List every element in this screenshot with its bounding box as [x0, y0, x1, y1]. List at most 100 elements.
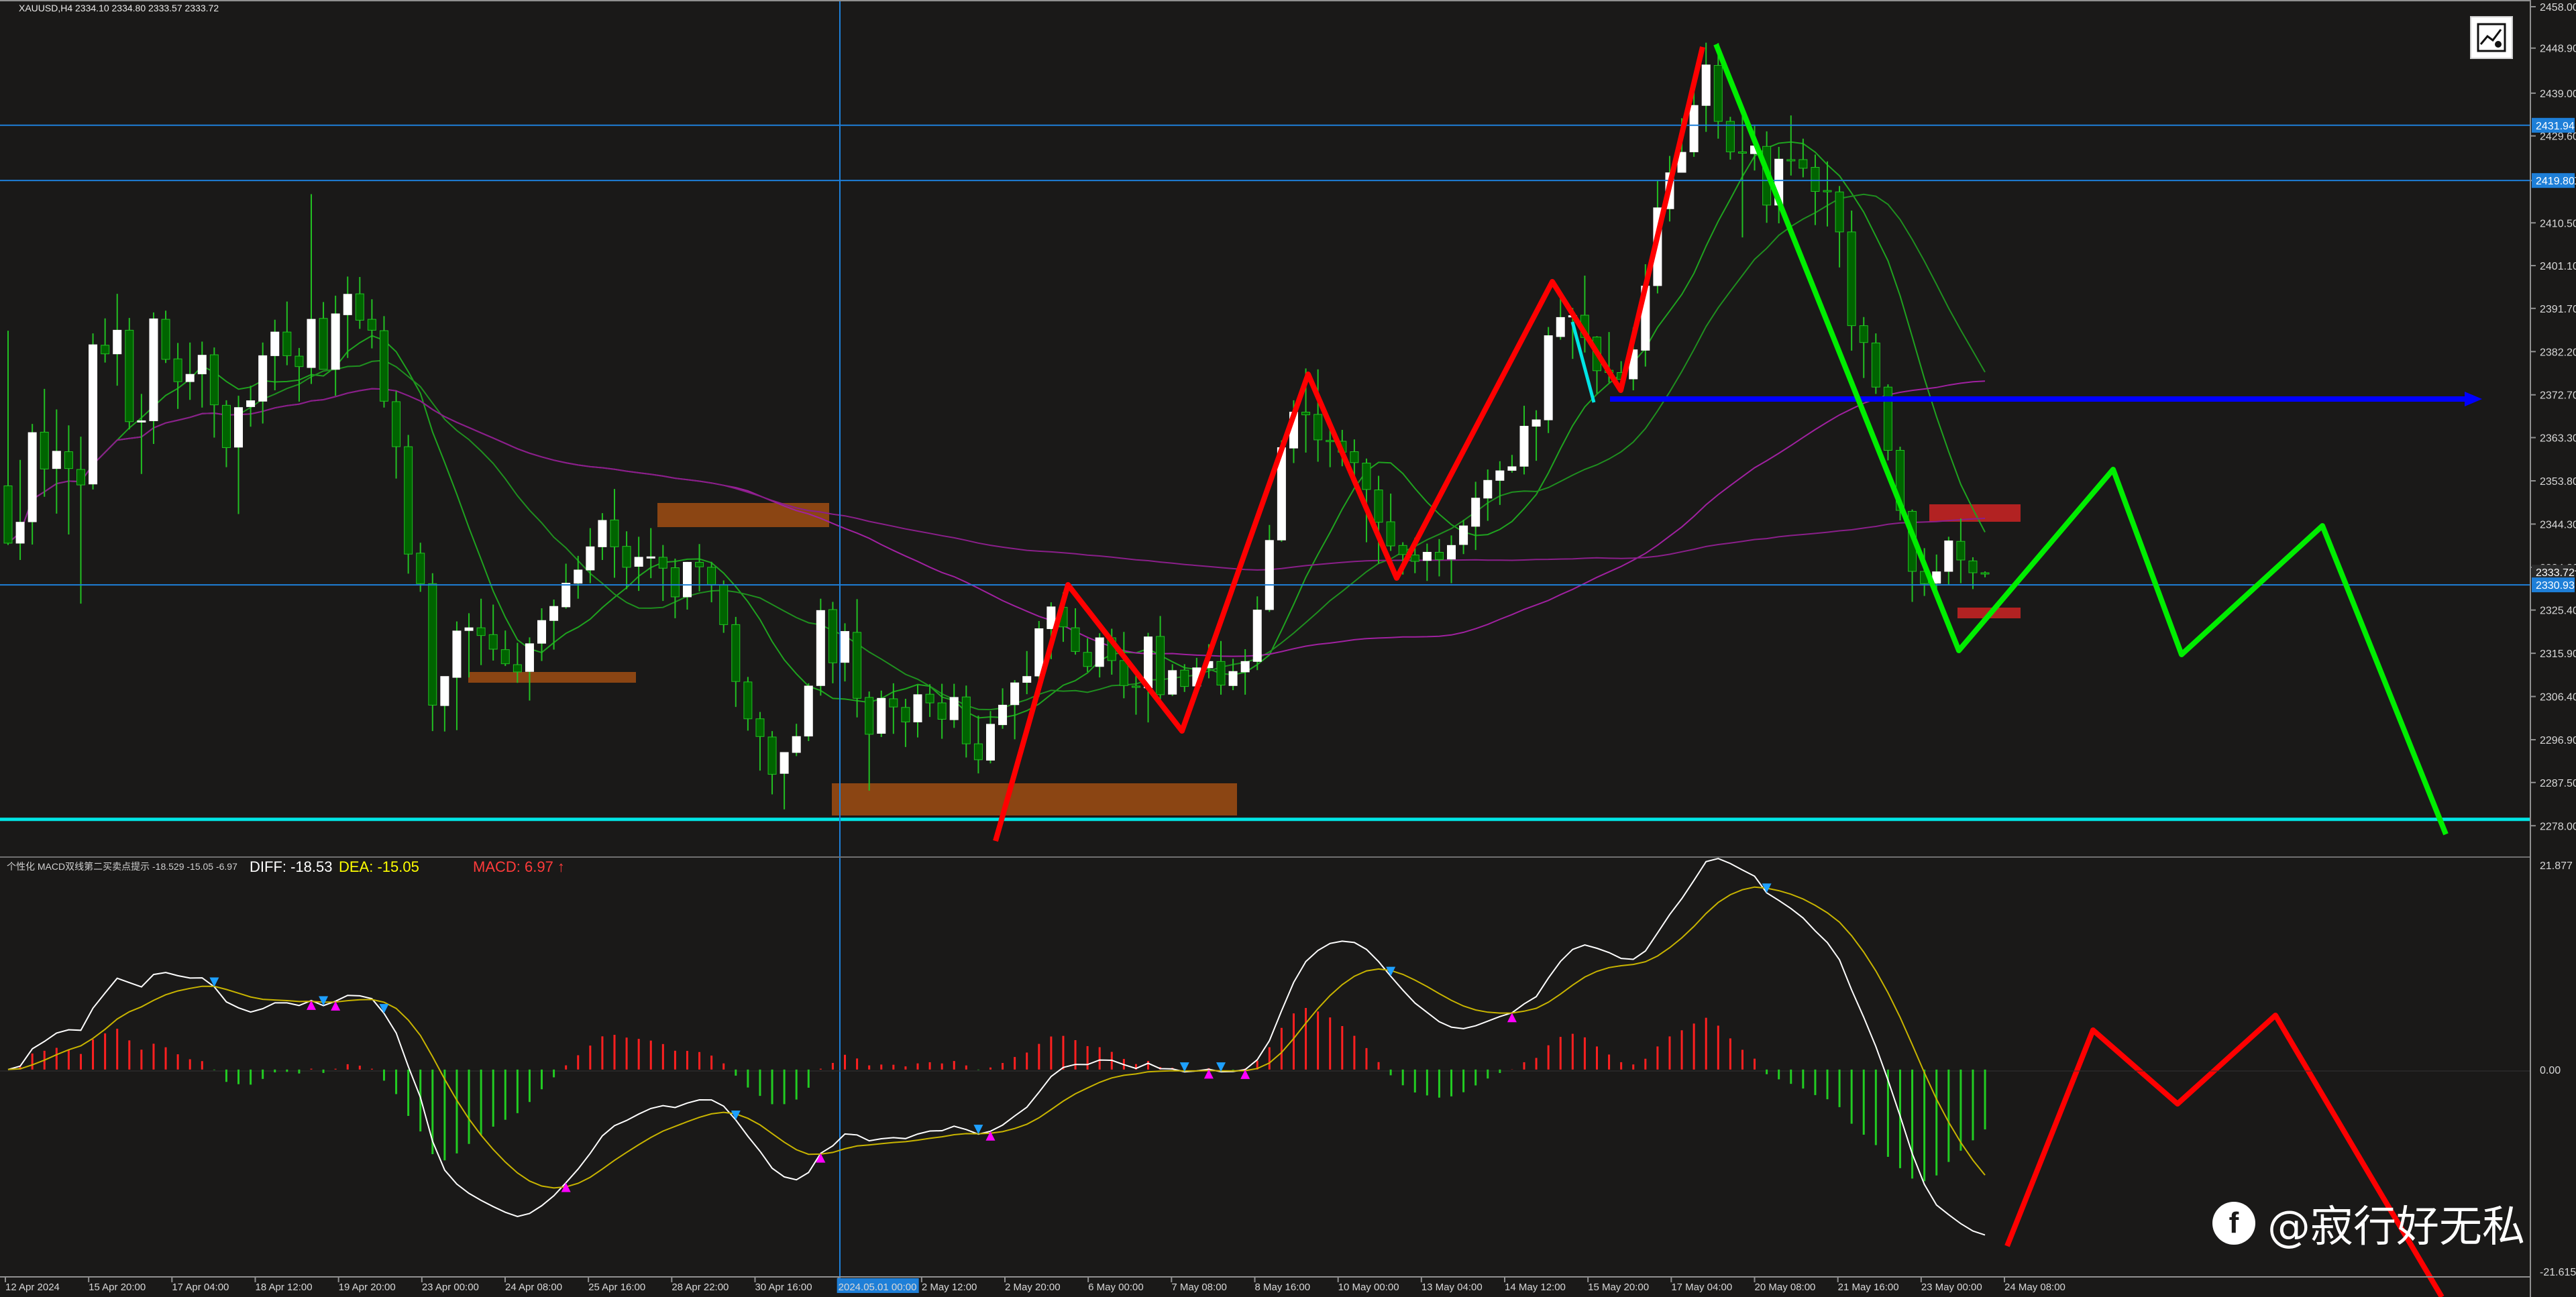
price-tick-label: 2344.30: [2540, 519, 2576, 530]
candle-body: [549, 606, 559, 621]
candle-body: [1544, 335, 1553, 420]
price-tick-label: 2401.10: [2540, 261, 2576, 272]
candle-body: [101, 345, 110, 355]
candle-body: [767, 736, 777, 775]
candle-body: [3, 485, 13, 544]
candle-body: [889, 698, 898, 708]
candle-body: [913, 694, 922, 723]
price-tick-label: 2429.60: [2540, 131, 2576, 143]
candle-body: [113, 329, 122, 355]
candle-body: [161, 319, 170, 360]
candle-body: [1483, 480, 1493, 499]
time-tick-label: 15 May 20:00: [1588, 1282, 1649, 1293]
candle-body: [998, 704, 1008, 726]
candle-body: [1532, 419, 1541, 427]
candle-body: [392, 401, 401, 447]
candle-body: [634, 557, 643, 567]
time-tick-label: 20 May 08:00: [1755, 1282, 1816, 1293]
candle-body: [707, 567, 716, 585]
candle-body: [646, 556, 655, 559]
candle-body: [925, 693, 934, 703]
candle-body: [270, 331, 280, 356]
time-tick-label: 23 May 00:00: [1921, 1282, 1982, 1293]
candle-body: [379, 330, 388, 402]
time-tick-label: 7 May 08:00: [1171, 1282, 1227, 1293]
candle-body: [452, 630, 462, 678]
candle-body: [1835, 191, 1844, 233]
time-tick-label: 23 Apr 00:00: [422, 1282, 479, 1293]
time-tick-label: 13 May 04:00: [1421, 1282, 1483, 1293]
candle-body: [1713, 65, 1723, 122]
candle-body: [428, 583, 437, 706]
candle-body: [1410, 555, 1419, 562]
candle-body: [719, 584, 729, 625]
candle-body: [841, 631, 850, 663]
price-tick-label: 2458.00: [2540, 2, 2576, 13]
candle-body: [1701, 64, 1711, 106]
candle-body: [586, 546, 595, 571]
candle-body: [1980, 572, 1990, 575]
candle-body: [1350, 451, 1359, 463]
candle-body: [973, 743, 983, 760]
candle-body: [1071, 627, 1080, 652]
candle-body: [828, 609, 837, 663]
time-tick-label: 2024.05.01 00:00: [839, 1282, 917, 1293]
candle-body: [537, 620, 547, 644]
price-tick-label: 2306.40: [2540, 692, 2576, 703]
watermark: f @寂行好无私: [2212, 1192, 2525, 1254]
candle-body: [1374, 490, 1383, 523]
candle-body: [816, 610, 825, 686]
candle-body: [464, 627, 474, 631]
candle-body: [440, 676, 449, 706]
candle-body: [574, 569, 583, 584]
candle-body: [89, 344, 98, 485]
price-tick-label: 2382.20: [2540, 347, 2576, 358]
candle-body: [1326, 440, 1335, 443]
candle-body: [1859, 325, 1868, 343]
time-tick-label: 12 Apr 2024: [5, 1282, 60, 1293]
candle-body: [1010, 682, 1020, 706]
candle-body: [331, 313, 340, 370]
time-tick-label: 25 Apr 16:00: [588, 1282, 645, 1293]
macd-indicator-label: 个性化 MACD双线第二买卖点提示 -18.529 -15.05 -6.97: [7, 861, 237, 872]
candle-body: [1944, 541, 1953, 572]
candle-body: [780, 752, 789, 774]
macd-tick-label: 0.00: [2540, 1065, 2561, 1076]
candle-body: [622, 546, 631, 568]
candle-body: [513, 664, 522, 673]
candle-body: [731, 624, 741, 682]
candle-body: [1737, 151, 1747, 154]
candle-body: [1434, 551, 1444, 560]
price-chart[interactable]: 2458.00 2448.90 2439.00 2429.60 2419.80 2410.…: [0, 0, 2576, 1297]
candle-body: [1495, 470, 1505, 481]
candle-body: [15, 522, 25, 544]
candle-body: [185, 374, 195, 382]
candle-body: [961, 696, 971, 744]
time-tick-label: 2 May 12:00: [922, 1282, 977, 1293]
candle-body: [416, 553, 425, 584]
facebook-icon: f: [2212, 1202, 2255, 1245]
candle-body: [695, 561, 704, 567]
candle-body: [525, 643, 534, 672]
candle-body: [937, 702, 947, 720]
candle-body: [1422, 551, 1432, 561]
time-tick-label: 19 Apr 20:00: [339, 1282, 396, 1293]
candle-body: [52, 451, 61, 469]
candle-body: [901, 707, 910, 723]
candle-body: [1799, 159, 1808, 169]
candle-body: [985, 724, 995, 761]
candle-body: [1301, 412, 1311, 416]
candle-body: [1459, 525, 1468, 545]
candle-body: [137, 420, 146, 422]
candle-body: [610, 519, 619, 547]
macd-tick-label: 21.877: [2540, 860, 2573, 872]
candle-body: [1519, 426, 1529, 467]
candle-body: [1398, 545, 1407, 555]
candle-body: [792, 736, 801, 753]
orange-zone: [657, 503, 829, 527]
candle-body: [149, 318, 158, 421]
price-tick-label: 2410.50: [2540, 218, 2576, 229]
candle-body: [307, 319, 316, 368]
time-tick-label: 15 Apr 20:00: [89, 1282, 146, 1293]
chart-signal-icon[interactable]: [2470, 16, 2513, 59]
